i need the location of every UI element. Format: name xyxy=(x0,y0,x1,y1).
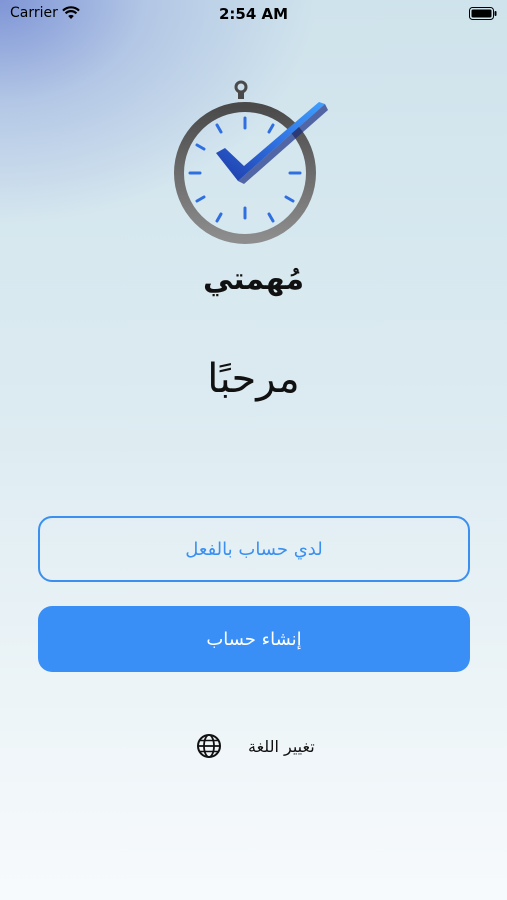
app-name: مُهمتي xyxy=(202,262,305,297)
globe-icon xyxy=(197,734,221,758)
create-account-button[interactable]: إنشاء حساب xyxy=(38,606,470,672)
change-language-label: تغيير اللغة xyxy=(248,736,315,756)
have-account-button[interactable]: لدي حساب بالفعل xyxy=(38,516,470,582)
status-bar: Carrier 2:54 AM xyxy=(0,0,507,28)
stopwatch-logo-icon xyxy=(174,80,328,244)
welcome-title: مرحبًا xyxy=(207,356,300,402)
clock: 2:54 AM xyxy=(218,5,289,23)
battery-icon xyxy=(469,7,497,20)
change-language-button[interactable]: تغيير اللغة xyxy=(196,731,315,761)
create-account-label: إنشاء حساب xyxy=(206,628,302,650)
have-account-label: لدي حساب بالفعل xyxy=(185,538,323,560)
